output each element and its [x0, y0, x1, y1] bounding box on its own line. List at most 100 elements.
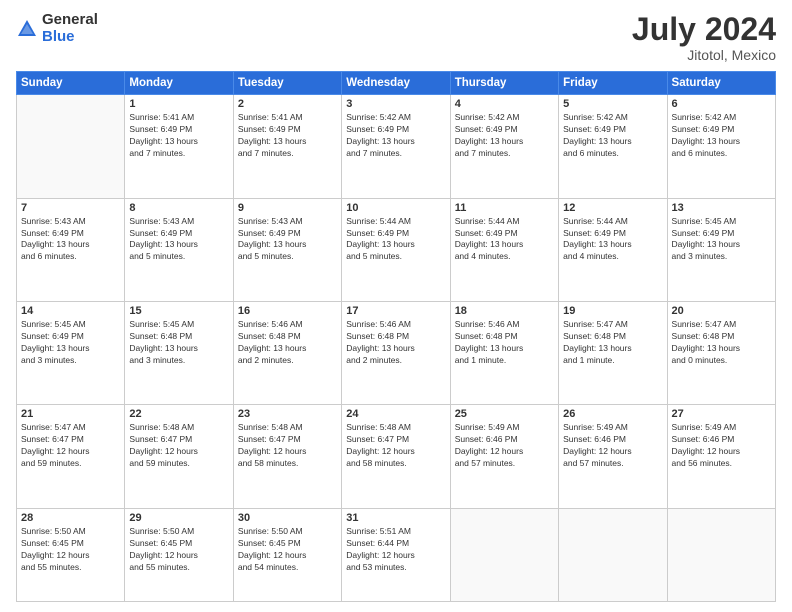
day-number: 6 [672, 98, 771, 110]
calendar-header-cell: Friday [559, 72, 667, 95]
calendar-body: 1 Sunrise: 5:41 AM Sunset: 6:49 PM Daylig… [17, 95, 776, 602]
day-info: Sunrise: 5:47 AM Sunset: 6:47 PM Dayligh… [21, 422, 120, 470]
day-info: Sunrise: 5:49 AM Sunset: 6:46 PM Dayligh… [455, 422, 554, 470]
day-number: 31 [346, 512, 445, 524]
calendar-cell: 29Sunrise: 5:50 AM Sunset: 6:45 PM Dayli… [125, 508, 233, 601]
day-info: Sunrise: 5:46 AM Sunset: 6:48 PM Dayligh… [346, 319, 445, 367]
calendar-cell: 24 Sunrise: 5:48 AM Sunset: 6:47 PM Dayli… [342, 405, 450, 508]
day-number: 11 [455, 202, 554, 214]
calendar-cell: 30Sunrise: 5:50 AM Sunset: 6:45 PM Dayli… [233, 508, 341, 601]
calendar-cell: 14Sunrise: 5:45 AM Sunset: 6:49 PM Dayli… [17, 302, 125, 405]
calendar-week-row: 28 Sunrise: 5:50 AM Sunset: 6:45 PM Dayli… [17, 508, 776, 601]
day-info: Sunrise: 5:43 AM Sunset: 6:49 PM Dayligh… [238, 216, 337, 264]
calendar-cell: 9 Sunrise: 5:43 AM Sunset: 6:49 PM Daylig… [233, 198, 341, 301]
calendar-cell: 6 Sunrise: 5:42 AM Sunset: 6:49 PM Daylig… [667, 95, 775, 198]
logo-icon [16, 18, 38, 40]
calendar-cell: 5Sunrise: 5:42 AM Sunset: 6:49 PM Daylig… [559, 95, 667, 198]
day-info: Sunrise: 5:45 AM Sunset: 6:49 PM Dayligh… [21, 319, 120, 367]
day-number: 21 [21, 408, 120, 420]
calendar-cell: 31 Sunrise: 5:51 AM Sunset: 6:44 PM Dayli… [342, 508, 450, 601]
day-number: 23 [238, 408, 337, 420]
calendar-cell: 28 Sunrise: 5:50 AM Sunset: 6:45 PM Dayli… [17, 508, 125, 601]
day-number: 2 [238, 98, 337, 110]
day-info: Sunrise: 5:50 AM Sunset: 6:45 PM Dayligh… [21, 526, 120, 574]
calendar-cell: 18 Sunrise: 5:46 AM Sunset: 6:48 PM Dayli… [450, 302, 558, 405]
calendar-cell: 2 Sunrise: 5:41 AM Sunset: 6:49 PM Daylig… [233, 95, 341, 198]
calendar-cell: 20 Sunrise: 5:47 AM Sunset: 6:48 PM Dayli… [667, 302, 775, 405]
day-number: 29 [129, 512, 228, 524]
day-info: Sunrise: 5:43 AM Sunset: 6:49 PM Dayligh… [21, 216, 120, 264]
calendar-cell: 27Sunrise: 5:49 AM Sunset: 6:46 PM Dayli… [667, 405, 775, 508]
day-number: 4 [455, 98, 554, 110]
day-info: Sunrise: 5:42 AM Sunset: 6:49 PM Dayligh… [672, 112, 771, 160]
day-info: Sunrise: 5:49 AM Sunset: 6:46 PM Dayligh… [563, 422, 662, 470]
calendar-cell: 16Sunrise: 5:46 AM Sunset: 6:48 PM Dayli… [233, 302, 341, 405]
day-info: Sunrise: 5:44 AM Sunset: 6:49 PM Dayligh… [455, 216, 554, 264]
day-info: Sunrise: 5:45 AM Sunset: 6:49 PM Dayligh… [672, 216, 771, 264]
day-number: 9 [238, 202, 337, 214]
calendar-cell [559, 508, 667, 601]
day-number: 16 [238, 305, 337, 317]
calendar-cell: 12Sunrise: 5:44 AM Sunset: 6:49 PM Dayli… [559, 198, 667, 301]
header: General Blue July 2024 Jitotol, Mexico [16, 12, 776, 63]
day-number: 8 [129, 202, 228, 214]
calendar-cell: 11 Sunrise: 5:44 AM Sunset: 6:49 PM Dayli… [450, 198, 558, 301]
title-block: July 2024 Jitotol, Mexico [632, 12, 776, 63]
month-title: July 2024 [632, 12, 776, 47]
calendar-cell: 1 Sunrise: 5:41 AM Sunset: 6:49 PM Daylig… [125, 95, 233, 198]
day-number: 7 [21, 202, 120, 214]
calendar-cell: 23Sunrise: 5:48 AM Sunset: 6:47 PM Dayli… [233, 405, 341, 508]
calendar-header-row: SundayMondayTuesdayWednesdayThursdayFrid… [17, 72, 776, 95]
day-number: 13 [672, 202, 771, 214]
day-info: Sunrise: 5:42 AM Sunset: 6:49 PM Dayligh… [455, 112, 554, 160]
day-number: 19 [563, 305, 662, 317]
calendar-cell: 7 Sunrise: 5:43 AM Sunset: 6:49 PM Daylig… [17, 198, 125, 301]
day-number: 17 [346, 305, 445, 317]
calendar-header-cell: Thursday [450, 72, 558, 95]
calendar-cell [17, 95, 125, 198]
day-info: Sunrise: 5:51 AM Sunset: 6:44 PM Dayligh… [346, 526, 445, 574]
day-info: Sunrise: 5:48 AM Sunset: 6:47 PM Dayligh… [346, 422, 445, 470]
day-info: Sunrise: 5:44 AM Sunset: 6:49 PM Dayligh… [346, 216, 445, 264]
day-info: Sunrise: 5:46 AM Sunset: 6:48 PM Dayligh… [455, 319, 554, 367]
calendar-week-row: 21 Sunrise: 5:47 AM Sunset: 6:47 PM Dayli… [17, 405, 776, 508]
day-number: 20 [672, 305, 771, 317]
day-number: 30 [238, 512, 337, 524]
calendar-week-row: 14Sunrise: 5:45 AM Sunset: 6:49 PM Dayli… [17, 302, 776, 405]
day-info: Sunrise: 5:42 AM Sunset: 6:49 PM Dayligh… [563, 112, 662, 160]
calendar-header-cell: Wednesday [342, 72, 450, 95]
calendar-cell [450, 508, 558, 601]
calendar-cell: 10Sunrise: 5:44 AM Sunset: 6:49 PM Dayli… [342, 198, 450, 301]
calendar-week-row: 7 Sunrise: 5:43 AM Sunset: 6:49 PM Daylig… [17, 198, 776, 301]
calendar-cell: 3Sunrise: 5:42 AM Sunset: 6:49 PM Daylig… [342, 95, 450, 198]
location: Jitotol, Mexico [632, 47, 776, 63]
day-number: 25 [455, 408, 554, 420]
day-info: Sunrise: 5:47 AM Sunset: 6:48 PM Dayligh… [563, 319, 662, 367]
calendar-cell: 17 Sunrise: 5:46 AM Sunset: 6:48 PM Dayli… [342, 302, 450, 405]
day-number: 18 [455, 305, 554, 317]
page: General Blue July 2024 Jitotol, Mexico S… [0, 0, 792, 612]
day-info: Sunrise: 5:44 AM Sunset: 6:49 PM Dayligh… [563, 216, 662, 264]
calendar-header-cell: Tuesday [233, 72, 341, 95]
day-number: 28 [21, 512, 120, 524]
day-info: Sunrise: 5:41 AM Sunset: 6:49 PM Dayligh… [238, 112, 337, 160]
calendar-cell: 25 Sunrise: 5:49 AM Sunset: 6:46 PM Dayli… [450, 405, 558, 508]
calendar-header-cell: Saturday [667, 72, 775, 95]
calendar-header-cell: Monday [125, 72, 233, 95]
calendar-cell: 13 Sunrise: 5:45 AM Sunset: 6:49 PM Dayli… [667, 198, 775, 301]
calendar-cell: 22Sunrise: 5:48 AM Sunset: 6:47 PM Dayli… [125, 405, 233, 508]
calendar-cell: 15Sunrise: 5:45 AM Sunset: 6:48 PM Dayli… [125, 302, 233, 405]
day-number: 3 [346, 98, 445, 110]
logo-text: General Blue [42, 12, 98, 45]
logo-blue: Blue [42, 29, 98, 46]
calendar-header-cell: Sunday [17, 72, 125, 95]
day-number: 24 [346, 408, 445, 420]
day-info: Sunrise: 5:49 AM Sunset: 6:46 PM Dayligh… [672, 422, 771, 470]
day-info: Sunrise: 5:48 AM Sunset: 6:47 PM Dayligh… [129, 422, 228, 470]
day-info: Sunrise: 5:41 AM Sunset: 6:49 PM Dayligh… [129, 112, 228, 160]
day-number: 1 [129, 98, 228, 110]
day-info: Sunrise: 5:47 AM Sunset: 6:48 PM Dayligh… [672, 319, 771, 367]
calendar-cell [667, 508, 775, 601]
day-info: Sunrise: 5:43 AM Sunset: 6:49 PM Dayligh… [129, 216, 228, 264]
calendar-cell: 4 Sunrise: 5:42 AM Sunset: 6:49 PM Daylig… [450, 95, 558, 198]
